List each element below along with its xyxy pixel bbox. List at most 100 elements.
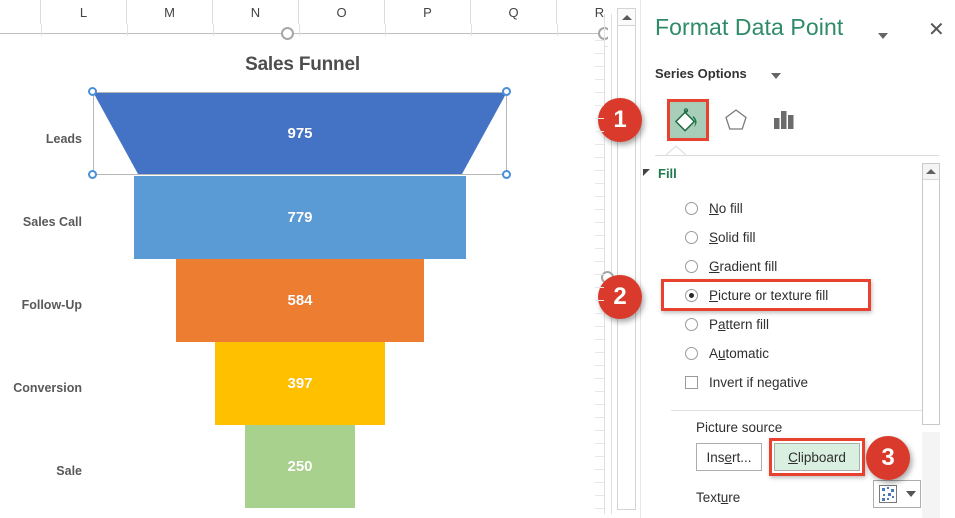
ruler-tick (595, 118, 604, 119)
grid-column-line (471, 24, 472, 36)
column-header-q[interactable]: Q (471, 0, 557, 24)
radio-pattern-fill[interactable] (685, 317, 698, 331)
pane-scrollbar-bottom-strip (922, 432, 940, 518)
grid-column-line (127, 24, 128, 36)
column-header-partial[interactable] (0, 0, 41, 24)
ruler-tick (595, 40, 604, 41)
scroll-up-arrow-icon[interactable] (617, 8, 636, 26)
collapse-triangle-icon[interactable] (643, 169, 650, 176)
bar-chart-icon (774, 111, 794, 129)
option-label-automatic: Automatic (709, 345, 770, 361)
radio-no-fill[interactable] (685, 201, 698, 215)
funnel-segment-follow-up[interactable]: 584 (176, 259, 424, 342)
data-point-selection-box (93, 92, 507, 175)
sheet-edge-line-1 (611, 14, 612, 514)
insert-button[interactable]: Ins e rt... (696, 443, 762, 471)
option-label-invert-if-negative: Invert if negative (709, 374, 809, 390)
option-label-no-fill: No fill (709, 200, 743, 216)
grid-column-line (41, 24, 42, 36)
highlight-box-picture-or-texture-fill (661, 279, 871, 311)
pentagon-icon (725, 109, 747, 130)
ruler-tick (595, 378, 604, 379)
data-label-sale: 250 (287, 458, 313, 475)
ruler-tick (595, 456, 604, 457)
column-header-m[interactable]: M (127, 0, 213, 24)
worksheet-area: LMNOPQR Sales Funnel Leads Sales Call Fo… (0, 0, 608, 518)
radio-gradient-fill[interactable] (685, 259, 698, 273)
close-icon[interactable]: ✕ (928, 19, 945, 39)
callout-badge-1: 1 (598, 98, 642, 142)
grid-column-line (385, 24, 386, 36)
ruler-tick (595, 222, 604, 223)
column-header-n[interactable]: N (213, 0, 299, 24)
option-gradient-fill[interactable]: Gradient fill (685, 255, 777, 277)
ruler-tick (595, 430, 604, 431)
section-divider (671, 410, 939, 411)
ruler-tick (595, 248, 604, 249)
ruler-tick (595, 417, 604, 418)
worksheet-vertical-scrollbar[interactable] (608, 0, 640, 518)
checkbox-invert-if-negative[interactable] (685, 375, 698, 389)
radio-automatic[interactable] (685, 346, 698, 360)
ruler-tick (595, 469, 604, 470)
radio-solid-fill[interactable] (685, 230, 698, 244)
option-invert-if-negative[interactable]: Invert if negative (685, 371, 808, 393)
ruler-tick (595, 79, 604, 80)
ruler-tick (595, 287, 604, 288)
selection-handle-top-left[interactable] (88, 87, 97, 96)
category-label-sale: Sale (56, 464, 82, 478)
ruler-tick (595, 274, 604, 275)
chart-object[interactable]: Sales Funnel Leads Sales Call Follow-Up … (0, 33, 605, 518)
option-solid-fill[interactable]: Solid fill (685, 226, 756, 248)
fill-section-header: Fill (658, 166, 677, 181)
grid-column-line (299, 24, 300, 36)
selection-handle-top-right[interactable] (502, 87, 511, 96)
ruler-tick (595, 495, 604, 496)
ruler-tick (595, 313, 604, 314)
ruler-tick (595, 170, 604, 171)
texture-dropdown[interactable] (873, 480, 921, 508)
option-no-fill[interactable]: No fill (685, 197, 743, 219)
selection-handle-bottom-left[interactable] (88, 170, 97, 179)
column-header-l[interactable]: L (41, 0, 127, 24)
series-options-tab[interactable] (763, 99, 805, 141)
ruler-tick (595, 209, 604, 210)
pane-vertical-scrollbar[interactable] (922, 163, 940, 425)
funnel-segment-conversion[interactable]: 397 (215, 342, 385, 425)
paint-bucket-icon (675, 108, 697, 132)
series-options-dropdown-icon[interactable] (771, 73, 781, 79)
option-label-pattern-fill: Pattern fill (709, 316, 770, 332)
column-header-p[interactable]: P (385, 0, 471, 24)
pane-scroll-up-arrow-icon[interactable] (923, 164, 939, 180)
option-label-gradient-fill: Gradient fill (709, 258, 778, 274)
effects-tab[interactable] (715, 99, 757, 141)
funnel-segment-sales-call[interactable]: 779 (134, 176, 466, 259)
pane-title-dropdown-icon[interactable] (878, 33, 888, 39)
column-header-o[interactable]: O (299, 0, 385, 24)
fill-and-line-tab[interactable] (667, 99, 709, 141)
option-pattern-fill[interactable]: Pattern fill (685, 313, 769, 335)
ruler-tick (595, 66, 604, 67)
texture-dropdown-caret-icon[interactable] (905, 491, 916, 497)
ruler-tick (595, 92, 604, 93)
picture-source-label: Picture source (696, 420, 783, 435)
ruler-tick (595, 443, 604, 444)
chart-handle-top-center[interactable] (281, 27, 294, 40)
format-data-point-pane: Format Data Point ✕ Series Options Fill … (640, 0, 955, 518)
funnel-segment-sale[interactable]: 250 (245, 425, 355, 508)
texture-swatch-icon (878, 485, 897, 503)
ruler-tick (595, 326, 604, 327)
category-label-conversion: Conversion (13, 381, 82, 395)
chart-handle-top-right[interactable] (598, 27, 608, 40)
tab-selected-indicator (655, 143, 939, 157)
grid-column-line (213, 24, 214, 36)
ruler-tick (595, 482, 604, 483)
ruler-tick (595, 157, 604, 158)
column-header-r[interactable]: R (557, 0, 608, 24)
grid-column-line (557, 24, 558, 36)
ruler-tick (595, 508, 604, 509)
selection-handle-bottom-right[interactable] (502, 170, 511, 179)
ruler-tick (595, 261, 604, 262)
option-automatic[interactable]: Automatic (685, 342, 769, 364)
ruler-tick (595, 144, 604, 145)
